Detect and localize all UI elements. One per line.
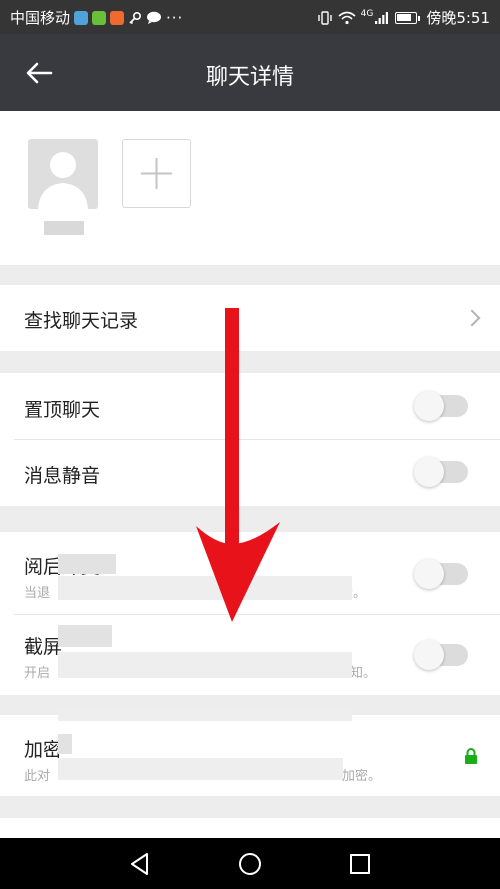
plus-icon <box>141 158 172 189</box>
signal-icon <box>375 11 389 24</box>
mute-label: 消息静音 <box>24 465 101 487</box>
member-section <box>0 111 500 265</box>
pin-chat-toggle[interactable] <box>414 391 468 421</box>
member-name-redacted <box>44 221 84 235</box>
pin-chat-label: 置顶聊天 <box>24 399 101 421</box>
vibrate-icon <box>317 10 332 25</box>
page-title: 聊天详情 <box>205 65 294 90</box>
more-notifications: ··· <box>166 8 184 27</box>
mute-toggle[interactable] <box>414 457 468 487</box>
key-icon <box>129 11 142 24</box>
nav-home-icon[interactable] <box>236 850 264 878</box>
next-row-partial <box>0 818 500 838</box>
pin-chat-row[interactable]: 置顶聊天 <box>0 373 500 439</box>
encrypt-label: 加密 <box>24 739 63 761</box>
tv-icon <box>92 10 107 25</box>
find-chat-history-label: 查找聊天记录 <box>24 310 139 332</box>
message-icon <box>74 10 89 25</box>
video-icon <box>110 10 125 25</box>
chevron-right-icon <box>463 309 481 327</box>
mute-row[interactable]: 消息静音 <box>0 439 500 506</box>
status-bar: 中国移动 ··· 4G 傍晚5:51 <box>0 0 500 34</box>
member-avatar[interactable] <box>28 139 98 209</box>
screenshot-notify-toggle[interactable] <box>414 640 468 670</box>
wifi-icon <box>338 11 356 24</box>
carrier-label: 中国移动 <box>10 9 71 27</box>
encrypt-row[interactable]: 加密 此对 加密。 <box>0 715 500 796</box>
encrypt-desc-end: 加密。 <box>342 769 382 784</box>
nav-back-icon[interactable] <box>126 850 154 878</box>
burn-after-reading-toggle[interactable] <box>414 559 468 589</box>
network-type: 4G <box>360 8 374 19</box>
lock-icon <box>465 748 477 764</box>
navigation-bar <box>0 838 500 889</box>
screenshot-notify-desc-start: 开启 <box>24 666 51 681</box>
burn-after-reading-desc-start: 当退 <box>24 586 51 601</box>
screenshot-notify-desc-end: 知。 <box>350 666 377 681</box>
clock: 傍晚5:51 <box>426 9 490 27</box>
person-silhouette-icon <box>38 152 88 209</box>
encrypt-desc-start: 此对 <box>24 769 51 784</box>
row-divider <box>14 614 500 615</box>
title-bar: 聊天详情 <box>0 34 500 111</box>
battery-icon <box>395 11 421 24</box>
screenshot-notify-label: 截屏 <box>24 636 63 658</box>
nav-recents-icon[interactable] <box>346 850 374 878</box>
chat-icon <box>147 11 162 24</box>
row-divider <box>14 439 500 440</box>
add-member-button[interactable] <box>122 139 191 208</box>
find-chat-history-row[interactable]: 查找聊天记录 <box>0 285 500 351</box>
